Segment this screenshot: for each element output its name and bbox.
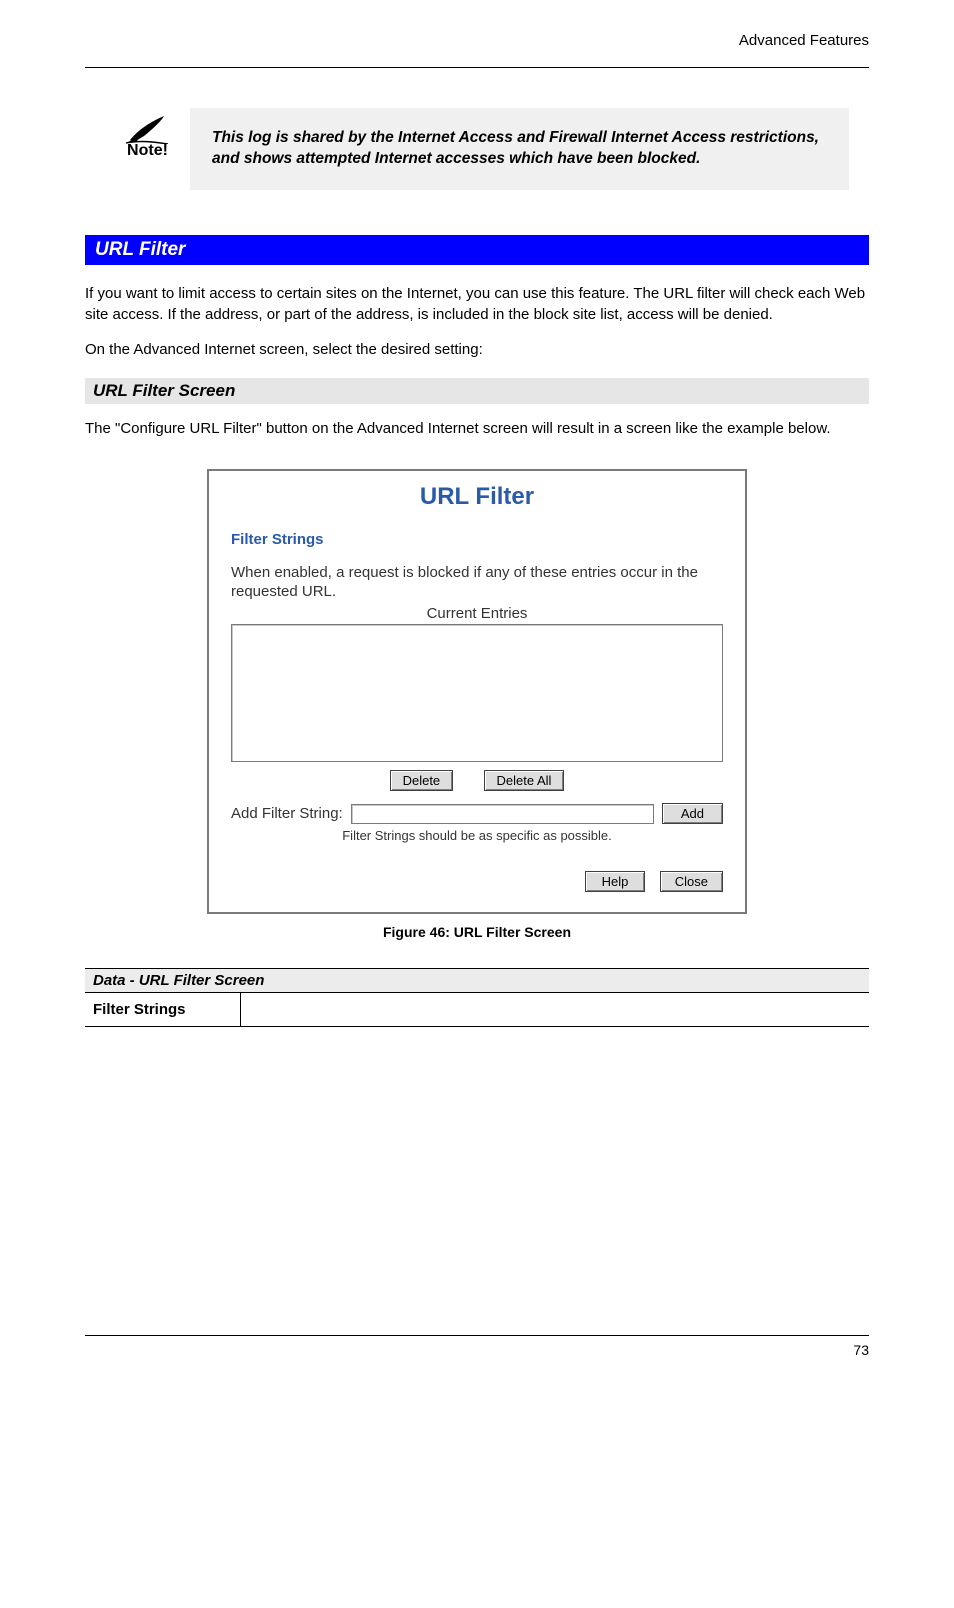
delete-button[interactable]: Delete xyxy=(390,770,454,791)
footer-rule xyxy=(85,1335,869,1336)
table-row-label: Filter Strings xyxy=(85,993,240,1027)
intro-paragraph-2: On the Advanced Internet screen, select … xyxy=(85,339,869,360)
section-intro-1: If you want to limit access to certain s… xyxy=(85,283,869,360)
subsection-title: URL Filter Screen xyxy=(85,378,869,404)
url-filter-dialog: URL Filter Filter Strings When enabled, … xyxy=(207,469,747,915)
dialog-title: URL Filter xyxy=(231,483,723,511)
data-table: Data - URL Filter Screen Filter Strings xyxy=(85,968,869,1027)
table-header: Data - URL Filter Screen xyxy=(85,969,869,993)
delete-all-button[interactable]: Delete All xyxy=(484,770,565,791)
page-number: 73 xyxy=(85,1342,869,1358)
subsection-lead: The "Configure URL Filter" button on the… xyxy=(85,418,869,439)
filter-hint: Filter Strings should be as specific as … xyxy=(231,828,723,843)
page-footer: 73 xyxy=(85,1335,869,1358)
intro-paragraph-1: If you want to limit access to certain s… xyxy=(85,283,869,325)
close-button[interactable]: Close xyxy=(660,871,723,892)
entries-label: Current Entries xyxy=(231,605,723,622)
section-title: URL Filter xyxy=(85,235,869,265)
add-filter-input[interactable] xyxy=(351,804,654,824)
table-row-value xyxy=(240,993,869,1027)
note-icon: Note! xyxy=(85,108,180,160)
dialog-section-label: Filter Strings xyxy=(231,531,723,548)
help-button[interactable]: Help xyxy=(585,871,646,892)
figure-caption: Figure 46: URL Filter Screen xyxy=(85,924,869,940)
add-filter-label: Add Filter String: xyxy=(231,805,343,822)
header-section-label: Advanced Features xyxy=(85,32,869,49)
figure-container: URL Filter Filter Strings When enabled, … xyxy=(85,469,869,915)
current-entries-listbox[interactable] xyxy=(231,624,723,762)
dialog-description: When enabled, a request is blocked if an… xyxy=(231,564,723,602)
top-rule xyxy=(85,67,869,68)
note-block: Note! This log is shared by the Internet… xyxy=(85,108,869,190)
note-text: This log is shared by the Internet Acces… xyxy=(190,108,849,190)
note-icon-label: Note! xyxy=(127,142,168,160)
add-button[interactable]: Add xyxy=(662,803,723,824)
